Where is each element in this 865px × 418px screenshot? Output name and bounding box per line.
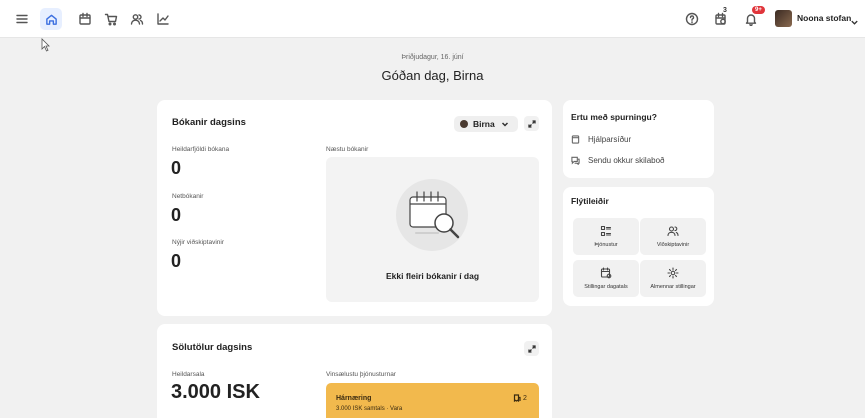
- popular-services-label: Vinsælustu þjónusturnar: [326, 371, 396, 378]
- notification-badge: 9+: [752, 6, 765, 14]
- staff-avatar: [460, 120, 468, 128]
- calendar-requests-icon[interactable]: 3: [713, 7, 729, 27]
- shortcut-customers[interactable]: Viðskiptavinir: [640, 218, 706, 255]
- shortcut-general-settings-label: Almennar stillingar: [650, 284, 696, 290]
- new-customers-value: 0: [171, 251, 182, 271]
- shortcut-general-settings[interactable]: Almennar stillingar: [640, 260, 706, 297]
- service-count: 2: [513, 394, 527, 402]
- help-card-title: Ertu með spurningu?: [571, 112, 657, 122]
- total-sales-value: 3.000 ISK: [171, 381, 260, 403]
- chevron-down-icon: [501, 120, 509, 128]
- staff-selector-label: Birna: [473, 119, 495, 129]
- total-bookings-value: 0: [171, 158, 182, 178]
- page-greeting: Góðan dag, Birna: [381, 68, 484, 83]
- shortcuts-card-title: Flýtileiðir: [571, 196, 609, 206]
- calendar-badge: 3: [723, 7, 727, 14]
- chevron-down-icon[interactable]: [850, 14, 860, 25]
- users-icon: [667, 226, 679, 237]
- send-message-label: Sendu okkur skilaboð: [588, 156, 665, 165]
- home-icon[interactable]: [40, 8, 62, 30]
- expand-icon[interactable]: [524, 341, 539, 356]
- new-customers-label: Nýjir viðskiptavinir: [172, 239, 225, 246]
- popular-service-item[interactable]: Hárnæring 3.000 ISK samtals · Vara 2: [326, 383, 539, 418]
- empty-bookings-text: Ekki fleiri bókanir í dag: [385, 271, 480, 281]
- book-icon: [571, 135, 580, 144]
- bell-icon[interactable]: 9+: [743, 6, 765, 27]
- sales-card-title: Sölutölur dagsins: [172, 342, 253, 353]
- total-sales-label: Heildarsala: [172, 371, 205, 378]
- calendar-icon[interactable]: [77, 11, 93, 27]
- total-bookings-label: Heildarfjöldi bókana: [172, 146, 230, 153]
- online-bookings-value: 0: [171, 205, 182, 225]
- shortcut-services[interactable]: Þjónustur: [573, 218, 639, 255]
- top-navigation-bar: 3 9+ Noona stofan: [0, 0, 865, 38]
- shortcut-calendar-settings-label: Stillingar dagatals: [584, 284, 628, 290]
- gear-icon: [667, 267, 679, 279]
- mouse-cursor-icon: [41, 38, 51, 52]
- bookings-card-title: Bókanir dagsins: [172, 117, 246, 128]
- chat-icon: [571, 156, 580, 165]
- user-avatar[interactable]: [775, 10, 792, 27]
- service-count-value: 2: [523, 394, 527, 402]
- help-pages-link[interactable]: Hjálparsíður: [571, 135, 631, 144]
- staff-selector[interactable]: Birna: [454, 116, 518, 132]
- shortcut-calendar-settings[interactable]: Stillingar dagatals: [573, 260, 639, 297]
- reports-chart-icon[interactable]: [155, 11, 171, 27]
- expand-icon[interactable]: [524, 116, 539, 131]
- menu-icon[interactable]: [14, 11, 30, 27]
- send-message-link[interactable]: Sendu okkur skilaboð: [571, 156, 665, 165]
- user-name[interactable]: Noona stofan: [797, 13, 851, 23]
- help-circle-icon[interactable]: [684, 11, 700, 27]
- page-date: Þriðjudagur, 16. júní: [401, 54, 464, 61]
- cart-icon[interactable]: [103, 11, 119, 27]
- calendar-search-icon: [409, 191, 460, 239]
- empty-bookings-panel: Ekki fleiri bókanir í dag: [326, 157, 539, 302]
- receipt-icon: [513, 394, 521, 402]
- shortcut-customers-label: Viðskiptavinir: [656, 242, 690, 248]
- calendar-settings-icon: [600, 267, 612, 279]
- list-icon: [600, 225, 612, 237]
- online-bookings-label: Netbókanir: [172, 193, 204, 200]
- help-pages-label: Hjálparsíður: [588, 135, 632, 144]
- next-bookings-label: Næstu bókanir: [326, 146, 369, 153]
- customers-icon[interactable]: [129, 11, 145, 27]
- shortcut-services-label: Þjónustur: [594, 242, 618, 248]
- service-name: Hárnæring: [336, 395, 372, 402]
- service-detail: 3.000 ISK samtals · Vara: [336, 406, 403, 412]
